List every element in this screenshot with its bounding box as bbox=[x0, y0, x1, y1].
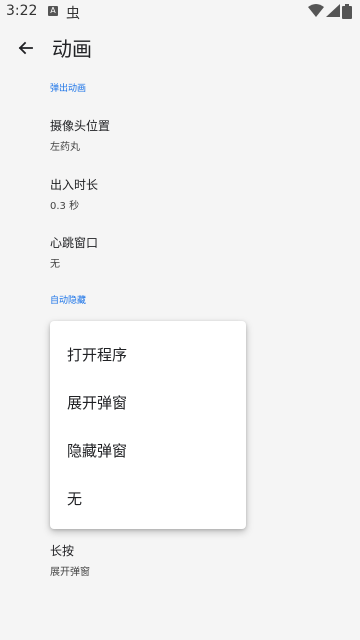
status-time: 3:22 bbox=[6, 3, 38, 19]
pref-summary: 左药丸 bbox=[50, 142, 80, 153]
battery-icon bbox=[342, 4, 352, 19]
wifi-icon bbox=[308, 4, 324, 17]
pref-summary: 无 bbox=[50, 259, 60, 270]
menu-item-label: 展开弹窗 bbox=[67, 394, 128, 412]
pref-camera-position[interactable]: 摄像头位置 左药丸 bbox=[50, 117, 110, 153]
pref-summary: 展开弹窗 bbox=[50, 567, 90, 578]
menu-item-none[interactable]: 无 bbox=[50, 474, 246, 522]
signal-icon bbox=[326, 4, 340, 17]
pref-title: 长按 bbox=[50, 544, 75, 558]
menu-item-label: 无 bbox=[67, 490, 83, 508]
app-bar: 动画 bbox=[0, 24, 360, 68]
menu-item-label: 打开程序 bbox=[67, 346, 128, 364]
arrow-back-icon[interactable] bbox=[12, 34, 40, 62]
pref-title: 摄像头位置 bbox=[50, 119, 111, 133]
pref-title: 出入时长 bbox=[50, 178, 99, 192]
pref-long-press[interactable]: 长按 展开弹窗 bbox=[50, 542, 90, 578]
pref-in-out-duration[interactable]: 出入时长 0.3 秒 bbox=[50, 176, 98, 212]
menu-item-label: 隐藏弹窗 bbox=[67, 442, 128, 460]
menu-item-expand-popup[interactable]: 展开弹窗 bbox=[50, 378, 246, 426]
pref-heartbeat-window[interactable]: 心跳窗口 无 bbox=[50, 234, 98, 270]
pref-summary: 0.3 秒 bbox=[50, 201, 80, 212]
menu-item-open-app[interactable]: 打开程序 bbox=[50, 330, 246, 378]
page-title: 动画 bbox=[52, 37, 92, 61]
a-notification-icon: A bbox=[48, 6, 58, 16]
menu-item-hide-popup[interactable]: 隐藏弹窗 bbox=[50, 426, 246, 474]
section-header-popup-animation: 弹出动画 bbox=[50, 84, 87, 94]
section-header-auto-hide: 自动隐藏 bbox=[50, 296, 87, 306]
bug-icon: 虫 bbox=[66, 6, 80, 22]
status-bar: 3:22 A 虫 bbox=[0, 0, 360, 24]
pref-title: 心跳窗口 bbox=[50, 236, 99, 250]
popup-menu: 打开程序 展开弹窗 隐藏弹窗 无 bbox=[50, 321, 246, 529]
